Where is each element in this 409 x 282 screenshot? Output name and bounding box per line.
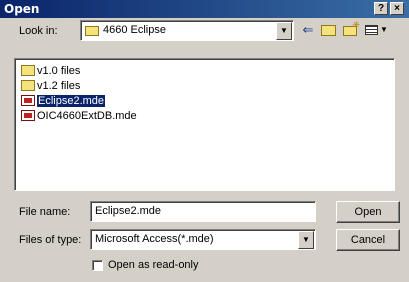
file-name: v1.2 files: [37, 79, 81, 92]
file-name: v1.0 files: [37, 64, 81, 77]
files-of-type-dropdown[interactable]: Microsoft Access(*.mde) ▼: [90, 229, 316, 250]
list-item[interactable]: v1.0 files: [21, 64, 80, 77]
folder-icon: [85, 26, 99, 36]
up-folder-icon[interactable]: [320, 22, 338, 38]
file-name-label: File name:: [19, 206, 71, 218]
read-only-checkbox[interactable]: [92, 260, 103, 271]
list-item[interactable]: v1.2 files: [21, 79, 80, 92]
access-file-icon: [21, 110, 35, 121]
close-button[interactable]: ×: [390, 2, 404, 15]
file-name-value: Eclipse2.mde: [95, 205, 162, 217]
open-button[interactable]: Open: [336, 201, 400, 223]
folder-icon: [21, 65, 35, 76]
help-button[interactable]: ?: [374, 2, 388, 15]
files-of-type-label: Files of type:: [19, 234, 82, 246]
look-in-value: 4660 Eclipse: [103, 24, 166, 36]
access-file-icon: [21, 95, 35, 106]
chevron-down-icon[interactable]: ▼: [298, 231, 314, 249]
window-title: Open: [4, 2, 40, 16]
read-only-label: Open as read-only: [108, 259, 199, 271]
title-bar[interactable]: Open ? ×: [0, 0, 409, 18]
file-list[interactable]: v1.0 files v1.2 files Eclipse2.mde OIC46…: [14, 58, 395, 191]
folder-icon: [21, 80, 35, 91]
list-item-selected[interactable]: Eclipse2.mde: [21, 94, 106, 107]
file-name: Eclipse2.mde: [37, 94, 106, 107]
view-menu-icon[interactable]: ▼: [364, 22, 388, 38]
file-name: OIC4660ExtDB.mde: [37, 109, 137, 122]
open-dialog: Open ? × Look in: 4660 Eclipse ▼ ⇐ ✳ ▼ v…: [0, 0, 409, 282]
back-arrow-icon[interactable]: ⇐: [300, 22, 316, 38]
list-item[interactable]: OIC4660ExtDB.mde: [21, 109, 137, 122]
look-in-dropdown[interactable]: 4660 Eclipse ▼: [80, 20, 294, 41]
chevron-down-icon[interactable]: ▼: [276, 22, 292, 40]
file-name-input[interactable]: Eclipse2.mde: [90, 201, 316, 222]
look-in-label: Look in:: [19, 25, 58, 37]
new-folder-icon[interactable]: ✳: [342, 20, 362, 38]
cancel-button[interactable]: Cancel: [336, 229, 400, 251]
files-of-type-value: Microsoft Access(*.mde): [95, 233, 214, 245]
